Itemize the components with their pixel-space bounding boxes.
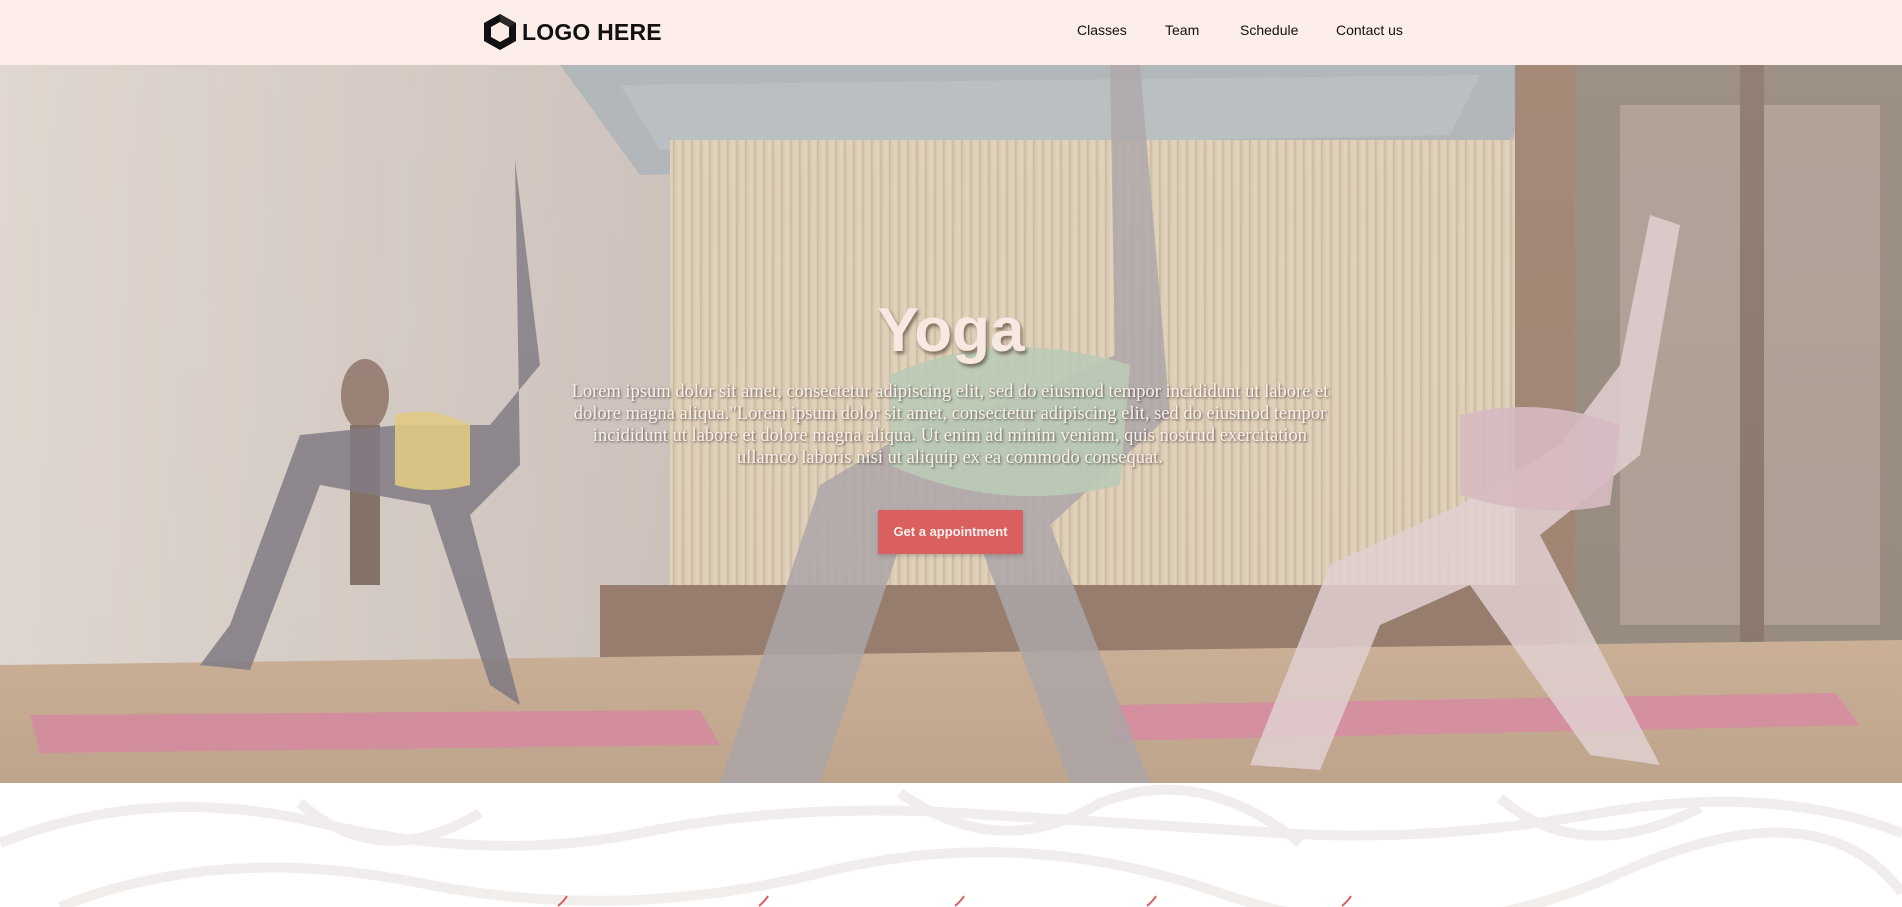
hero-title: Yoga bbox=[877, 296, 1025, 365]
hero-section: Yoga Lorem ipsum dolor sit amet, consect… bbox=[0, 65, 1902, 783]
flourish-icon bbox=[1146, 895, 1157, 907]
nav-item-classes[interactable]: Classes bbox=[1077, 22, 1127, 38]
flourish-icon bbox=[758, 895, 769, 907]
page: LOGO HERE Classes Team Schedule Contact … bbox=[0, 0, 1902, 907]
decorative-section bbox=[0, 783, 1902, 907]
hexagon-logo-icon bbox=[484, 14, 516, 50]
background-swirl-pattern bbox=[0, 784, 1902, 907]
flourish-icon bbox=[1341, 895, 1352, 907]
nav-item-team[interactable]: Team bbox=[1165, 22, 1199, 38]
get-appointment-button[interactable]: Get a appointment bbox=[878, 510, 1023, 554]
logo[interactable]: LOGO HERE bbox=[482, 13, 662, 51]
nav-item-contact-us[interactable]: Contact us bbox=[1336, 22, 1403, 38]
nav-item-schedule[interactable]: Schedule bbox=[1240, 22, 1298, 38]
flourish-icon bbox=[954, 895, 965, 907]
site-header: LOGO HERE Classes Team Schedule Contact … bbox=[0, 0, 1902, 65]
hero-description: Lorem ipsum dolor sit amet, consectetur … bbox=[571, 382, 1329, 468]
flourish-icon bbox=[557, 895, 568, 907]
logo-text: LOGO HERE bbox=[522, 18, 662, 45]
